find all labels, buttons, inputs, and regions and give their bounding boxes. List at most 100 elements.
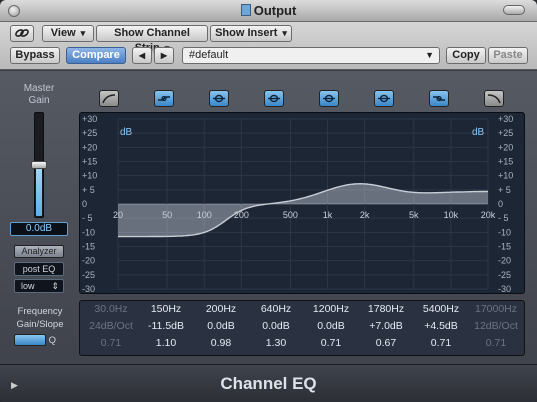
bell-icon	[378, 94, 390, 103]
band4-bell-button[interactable]	[264, 90, 284, 107]
resolution-select[interactable]: low ⇕	[14, 279, 64, 293]
band-gain-value[interactable]: 0.0dB	[304, 318, 358, 335]
band-q-value[interactable]: 0.71	[469, 335, 523, 352]
gain-readout[interactable]: 0.0dB	[10, 222, 68, 236]
db-tick-left: +25	[82, 128, 97, 138]
eq-curve-display[interactable]: +30 +30 +25 +25 +20 +20 +15 +15 +10 +10 + 5 + 5 0 0 - …	[79, 112, 525, 294]
copy-label: Copy	[452, 49, 480, 61]
band5-bell-button[interactable]	[319, 90, 339, 107]
band1-lowcut-button[interactable]	[99, 90, 119, 107]
window-title-text: Output	[253, 3, 297, 18]
band-freq-value[interactable]: 1780Hz	[359, 301, 413, 318]
db-tick-right: - 5	[498, 213, 509, 223]
band-gain-value[interactable]: +7.0dB	[359, 318, 413, 335]
frequency-label: Frequency	[17, 306, 63, 317]
master-gain-slider[interactable]	[31, 112, 47, 218]
band-4-params: 640Hz 0.0dB 1.30	[249, 301, 303, 352]
gain-slider-handle[interactable]	[31, 161, 47, 169]
db-tick-right: -10	[498, 227, 511, 237]
band-freq-value[interactable]: 1200Hz	[304, 301, 358, 318]
db-tick-left: -30	[82, 284, 95, 294]
band3-bell-button[interactable]	[209, 90, 229, 107]
band6-bell-button[interactable]	[374, 90, 394, 107]
compare-label: Compare	[72, 49, 120, 61]
freq-tick-label: 500	[283, 210, 298, 220]
plugin-name: Channel EQ	[220, 374, 317, 393]
view-label: View	[50, 27, 76, 39]
band-q-value[interactable]: 0.71	[84, 335, 138, 352]
show-insert-menu[interactable]: Show Insert	[210, 25, 292, 42]
lowshelf-icon	[158, 95, 170, 102]
db-tick-right: -30	[498, 284, 511, 294]
freq-tick-label: 5k	[409, 210, 419, 220]
band-gain-value[interactable]: +4.5dB	[414, 318, 468, 335]
bypass-label: Bypass	[15, 49, 55, 61]
band-q-value[interactable]: 0.71	[304, 335, 358, 352]
analyzer-mode-select[interactable]: post EQ	[14, 262, 64, 276]
master-gain-section: Master Gain 0.0dB Analyzer post EQ low ⇕	[8, 78, 70, 296]
copy-button[interactable]: Copy	[446, 47, 486, 64]
band-1-params: 30.0Hz 24dB/Oct 0.71	[84, 301, 138, 352]
toolbar-toggle-button[interactable]	[503, 5, 525, 15]
db-tick-right: +10	[498, 171, 513, 181]
preset-menu[interactable]: #default ▼	[182, 47, 440, 64]
db-unit-label-left: dB	[120, 127, 133, 138]
next-arrow-icon: ▶	[160, 51, 168, 60]
compare-button[interactable]: Compare	[66, 47, 126, 64]
band-freq-value[interactable]: 17000Hz	[469, 301, 523, 318]
freq-tick-label: 20k	[481, 210, 496, 220]
gain-fill	[36, 164, 42, 216]
band-q-value[interactable]: 1.10	[139, 335, 193, 352]
band-gain-value[interactable]: 12dB/Oct	[469, 318, 523, 335]
band7-highshelf-button[interactable]	[429, 90, 449, 107]
db-tick-left: +30	[82, 114, 97, 124]
band-q-value[interactable]: 0.67	[359, 335, 413, 352]
band-gain-value[interactable]: -11.5dB	[139, 318, 193, 335]
paste-button[interactable]: Paste	[488, 47, 528, 64]
title-bar: Output	[0, 0, 537, 22]
db-tick-left: + 5	[82, 185, 95, 195]
band-gain-value[interactable]: 24dB/Oct	[84, 318, 138, 335]
band-q-value[interactable]: 0.98	[194, 335, 248, 352]
next-preset-button[interactable]: ▶	[154, 47, 174, 64]
band8-highcut-button[interactable]	[484, 90, 504, 107]
band-q-value[interactable]: 1.30	[249, 335, 303, 352]
db-tick-left: -20	[82, 256, 95, 266]
bell-icon	[268, 94, 280, 103]
db-tick-right: + 5	[498, 185, 511, 195]
db-tick-left: +15	[82, 157, 97, 167]
db-tick-left: -10	[82, 227, 95, 237]
db-tick-left: +10	[82, 171, 97, 181]
analyzer-button[interactable]: Analyzer	[14, 245, 64, 258]
band-q-value[interactable]: 0.71	[414, 335, 468, 352]
band-gain-value[interactable]: 0.0dB	[249, 318, 303, 335]
db-unit-label-right: dB	[472, 127, 485, 138]
db-tick-left: 0	[82, 199, 87, 209]
band-gain-value[interactable]: 0.0dB	[194, 318, 248, 335]
eq-graph[interactable]: +30 +30 +25 +25 +20 +20 +15 +15 +10 +10 + 5 + 5 0 0 - …	[80, 113, 526, 295]
previous-preset-button[interactable]: ◀	[132, 47, 152, 64]
band-freq-value[interactable]: 640Hz	[249, 301, 303, 318]
prev-arrow-icon: ◀	[138, 51, 146, 60]
db-tick-left: -25	[82, 270, 95, 280]
insert-label: Show Insert	[215, 27, 278, 39]
band-freq-value[interactable]: 150Hz	[139, 301, 193, 318]
band-freq-value[interactable]: 200Hz	[194, 301, 248, 318]
link-icon	[15, 29, 29, 37]
freq-tick-label: 2k	[360, 210, 370, 220]
q-couple-button[interactable]	[14, 334, 46, 347]
band-freq-value[interactable]: 30.0Hz	[84, 301, 138, 318]
plugin-window: Output View Show Channel Strip Show Inse…	[0, 0, 537, 402]
band-freq-value[interactable]: 5400Hz	[414, 301, 468, 318]
band2-lowshelf-button[interactable]	[154, 90, 174, 107]
db-tick-right: +30	[498, 114, 513, 124]
show-channel-strip-menu[interactable]: Show Channel Strip	[96, 25, 208, 54]
eq-curve-fill	[118, 183, 488, 237]
bypass-button[interactable]: Bypass	[10, 47, 60, 64]
db-tick-left: - 5	[82, 213, 93, 223]
link-button[interactable]	[10, 25, 34, 42]
freq-tick-label: 10k	[444, 210, 459, 220]
highshelf-icon	[433, 95, 445, 102]
lowcut-icon	[102, 94, 116, 104]
view-menu[interactable]: View	[42, 25, 94, 42]
